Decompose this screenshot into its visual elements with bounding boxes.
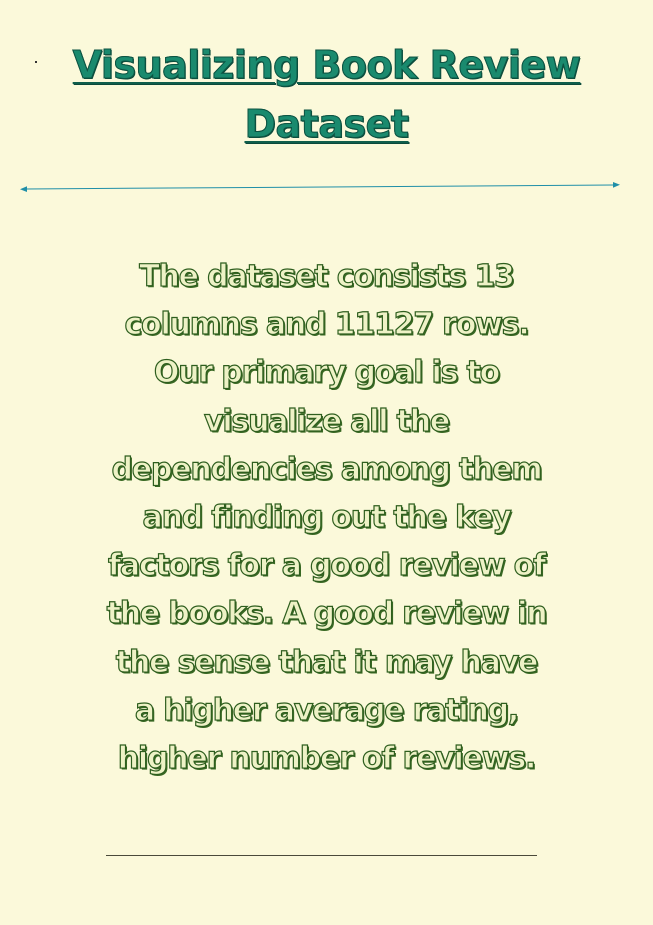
page-title: Visualizing Book Review Dataset xyxy=(72,43,581,147)
stray-dot xyxy=(35,61,37,63)
divider-line xyxy=(25,184,614,190)
arrow-left-icon xyxy=(20,186,27,192)
double-arrow-divider xyxy=(20,182,620,192)
arrow-right-icon xyxy=(613,182,620,188)
bottom-divider xyxy=(106,855,537,856)
document-page: Visualizing Book Review Dataset The data… xyxy=(0,0,653,925)
dataset-description: The dataset consists 13 columns and 1112… xyxy=(106,258,548,777)
